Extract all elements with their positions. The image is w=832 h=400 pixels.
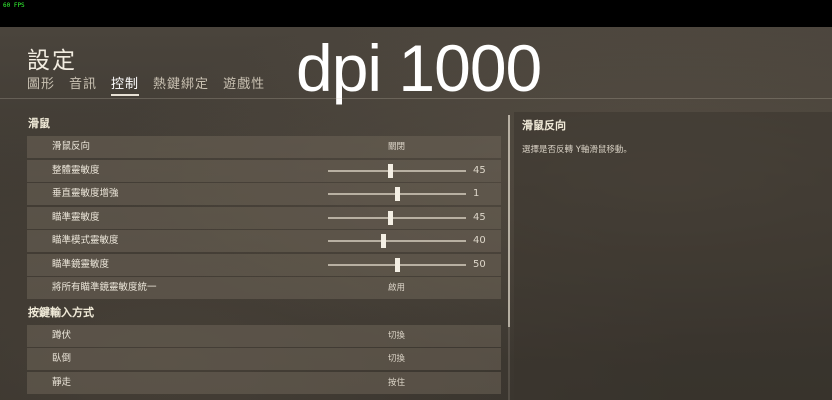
header-divider bbox=[0, 98, 832, 99]
setting-walk[interactable]: 靜走 按住 bbox=[27, 371, 501, 394]
setting-aim-sensitivity[interactable]: 瞄準靈敏度 45 bbox=[27, 206, 501, 229]
toggle-value[interactable]: 切換 bbox=[388, 348, 405, 370]
setting-crouch[interactable]: 蹲伏 切換 bbox=[27, 324, 501, 347]
setting-label: 垂直靈敏度增強 bbox=[52, 188, 119, 199]
setting-scope-sensitivity[interactable]: 瞄準鏡靈敏度 50 bbox=[27, 253, 501, 276]
toggle-value[interactable]: 切換 bbox=[388, 325, 405, 347]
sensitivity-slider[interactable] bbox=[328, 163, 466, 178]
settings-tabs: 圖形 音訊 控制 熱鍵綁定 遊戲性 bbox=[27, 73, 265, 96]
section-input-title: 按鍵輸入方式 bbox=[28, 305, 94, 319]
setting-label: 瞄準模式靈敏度 bbox=[52, 235, 119, 246]
setting-label: 臥倒 bbox=[52, 353, 72, 364]
setting-label: 靜走 bbox=[52, 376, 72, 388]
setting-aim-mode-sensitivity[interactable]: 瞄準模式靈敏度 40 bbox=[27, 230, 501, 252]
setting-invert-mouse[interactable]: 滑鼠反向 關閉 bbox=[27, 136, 501, 158]
slider-value: 45 bbox=[473, 211, 486, 223]
toggle-value[interactable]: 關閉 bbox=[388, 136, 405, 158]
toggle-value[interactable]: 啟用 bbox=[388, 277, 405, 299]
setting-label: 蹲伏 bbox=[52, 329, 72, 341]
tab-gameplay[interactable]: 遊戲性 bbox=[223, 73, 265, 96]
description-panel: 滑鼠反向 選擇是否反轉 Y軸滑鼠移動。 bbox=[514, 112, 832, 400]
setting-unify-scope-sensitivity[interactable]: 將所有瞄準鏡靈敏度統一 啟用 bbox=[27, 277, 501, 299]
aim-sensitivity-slider[interactable] bbox=[328, 210, 466, 225]
fps-counter: 60 FPS bbox=[3, 2, 25, 9]
section-mouse-title: 滑鼠 bbox=[28, 117, 50, 130]
tab-audio[interactable]: 音訊 bbox=[69, 73, 97, 96]
toggle-value[interactable]: 按住 bbox=[388, 372, 405, 394]
top-bar: 60 FPS bbox=[0, 0, 832, 27]
slider-value: 40 bbox=[473, 235, 486, 246]
setting-label: 瞄準靈敏度 bbox=[52, 211, 100, 223]
setting-overall-sensitivity[interactable]: 整體靈敏度 45 bbox=[27, 159, 501, 182]
setting-label: 將所有瞄準鏡靈敏度統一 bbox=[52, 282, 157, 293]
setting-label: 整體靈敏度 bbox=[52, 164, 100, 176]
vertical-boost-slider[interactable] bbox=[328, 187, 466, 201]
slider-value: 45 bbox=[473, 164, 486, 176]
slider-thumb[interactable] bbox=[380, 234, 386, 248]
description-body: 選擇是否反轉 Y軸滑鼠移動。 bbox=[522, 145, 632, 155]
setting-vertical-boost[interactable]: 垂直靈敏度增強 1 bbox=[27, 183, 501, 205]
description-title: 滑鼠反向 bbox=[522, 119, 566, 132]
setting-prone[interactable]: 臥倒 切換 bbox=[27, 348, 501, 370]
scope-sensitivity-slider[interactable] bbox=[328, 257, 466, 272]
tab-graphics[interactable]: 圖形 bbox=[27, 73, 55, 96]
slider-thumb[interactable] bbox=[394, 187, 400, 201]
setting-label: 瞄準鏡靈敏度 bbox=[52, 258, 110, 270]
slider-value: 50 bbox=[473, 258, 486, 270]
tab-controls[interactable]: 控制 bbox=[111, 73, 140, 96]
dpi-overlay-text: dpi 1000 bbox=[296, 31, 542, 105]
slider-value: 1 bbox=[473, 188, 480, 199]
slider-thumb[interactable] bbox=[387, 163, 393, 178]
page-title: 設定 bbox=[27, 48, 77, 74]
settings-list: 滑鼠 滑鼠反向 關閉 整體靈敏度 45 垂直靈敏度增強 1 瞄準靈敏度 45 瞄… bbox=[27, 112, 501, 395]
slider-thumb[interactable] bbox=[387, 210, 393, 225]
scrollbar-thumb[interactable] bbox=[508, 115, 510, 327]
tab-keybindings[interactable]: 熱鍵綁定 bbox=[153, 73, 209, 96]
slider-thumb[interactable] bbox=[394, 257, 400, 272]
aim-mode-sensitivity-slider[interactable] bbox=[328, 234, 466, 248]
setting-label: 滑鼠反向 bbox=[52, 141, 91, 152]
